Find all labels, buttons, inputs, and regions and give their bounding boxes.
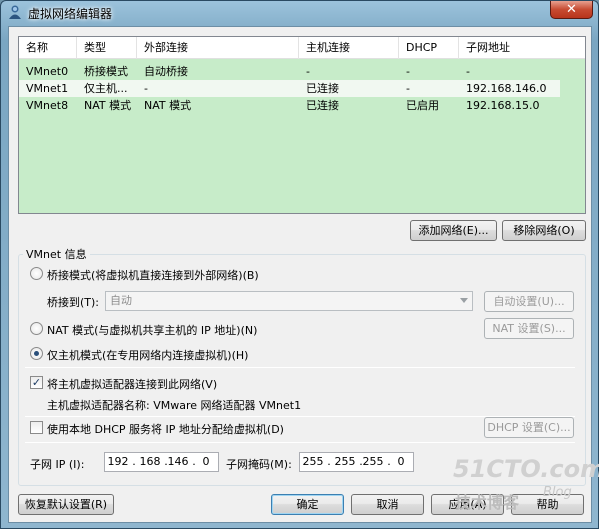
subnet-ip-input[interactable]: 192 . 168 . 146 . 0 — [104, 452, 219, 472]
subnet-mask-input[interactable]: 255 . 255 . 255 . 0 — [299, 452, 414, 472]
row-dhcp: - — [406, 82, 410, 95]
subnet-ip-octet-1: 192 — [107, 455, 129, 468]
restore-defaults-button[interactable]: 恢复默认设置(R) — [18, 494, 114, 515]
bridged-mode-radio[interactable] — [30, 267, 43, 280]
connect-adapter-label[interactable]: 将主机虚拟适配器连接到此网络(V) — [47, 376, 217, 392]
column-header-type[interactable]: 类型 — [77, 37, 137, 59]
row-dhcp: - — [406, 65, 410, 78]
subnet-mask-octet-1: 255 — [302, 455, 324, 468]
dialog-client-area: 名称 类型 外部连接 主机连接 DHCP 子网地址 VMnet0 桥接模式 自动… — [8, 26, 592, 523]
adapter-name-label: 主机虚拟适配器名称: VMware 网络适配器 VMnet1 — [47, 399, 302, 412]
add-network-button[interactable]: 添加网络(E)... — [410, 220, 497, 241]
row-type: NAT 模式 — [84, 99, 132, 112]
column-header-name[interactable]: 名称 — [19, 37, 77, 59]
subnet-mask-octet-4: 0 — [397, 455, 405, 468]
window-title: 虚拟网络编辑器 — [28, 7, 113, 21]
row-external: NAT 模式 — [144, 99, 192, 112]
help-button[interactable]: 帮助 — [511, 494, 584, 515]
subnet-mask-octet-2: 255 — [334, 455, 356, 468]
title-bar[interactable]: 虚拟网络编辑器 ✕ — [1, 1, 598, 25]
connect-adapter-checkbox[interactable]: ✓ — [30, 376, 43, 389]
row-external: - — [144, 82, 148, 95]
nat-mode-radio[interactable] — [30, 322, 43, 335]
row-external: 自动桥接 — [144, 65, 188, 78]
subnet-ip-octet-4: 0 — [202, 455, 210, 468]
chevron-down-icon — [460, 298, 468, 303]
subnet-mask-label: 子网掩码(M): — [226, 458, 292, 471]
row-host: - — [306, 65, 310, 78]
row-subnet: 192.168.15.0 — [466, 99, 540, 112]
separator — [25, 367, 575, 368]
row-host: 已连接 — [306, 82, 339, 95]
row-name: VMnet0 — [26, 65, 69, 78]
vmware-app-icon — [9, 5, 21, 19]
row-type: 仅主机... — [84, 82, 128, 95]
row-dhcp: 已启用 — [406, 99, 439, 112]
network-list[interactable]: 名称 类型 外部连接 主机连接 DHCP 子网地址 VMnet0 桥接模式 自动… — [18, 36, 586, 214]
table-row-vmnet0[interactable]: VMnet0 桥接模式 自动桥接 - - - — [19, 63, 585, 80]
row-name: VMnet8 — [26, 99, 69, 112]
column-header-dhcp[interactable]: DHCP — [399, 37, 459, 59]
table-row-vmnet1[interactable]: VMnet1 仅主机... - 已连接 - 192.168.146.0 — [19, 80, 560, 97]
row-host: 已连接 — [306, 99, 339, 112]
separator — [25, 442, 575, 443]
row-subnet: - — [466, 65, 470, 78]
row-subnet: 192.168.146.0 — [466, 82, 547, 95]
column-header-host[interactable]: 主机连接 — [299, 37, 399, 59]
ok-button[interactable]: 确定 — [271, 494, 344, 515]
nat-settings-button[interactable]: NAT 设置(S)... — [484, 318, 574, 339]
row-type: 桥接模式 — [84, 65, 128, 78]
bridge-to-select[interactable]: 自动 — [105, 291, 473, 311]
use-dhcp-checkbox[interactable] — [30, 421, 43, 434]
row-name: VMnet1 — [26, 82, 69, 95]
subnet-ip-label: 子网 IP (I): — [30, 458, 85, 471]
auto-settings-button[interactable]: 自动设置(U)... — [484, 291, 574, 312]
close-button[interactable]: ✕ — [550, 1, 593, 19]
dialog-window: 虚拟网络编辑器 ✕ 名称 类型 外部连接 主机连接 DHCP 子网地址 VMne… — [0, 0, 599, 529]
apply-button[interactable]: 应用(A) — [431, 494, 504, 515]
remove-network-button[interactable]: 移除网络(O) — [502, 220, 586, 241]
bridge-to-value: 自动 — [110, 294, 132, 307]
column-header-subnet[interactable]: 子网地址 — [459, 37, 585, 59]
subnet-ip-octet-3: 146 — [167, 455, 189, 468]
network-list-header: 名称 类型 外部连接 主机连接 DHCP 子网地址 — [19, 37, 585, 59]
subnet-ip-octet-2: 168 — [139, 455, 161, 468]
bridge-to-label: 桥接到(T): — [47, 296, 100, 309]
column-header-external[interactable]: 外部连接 — [137, 37, 299, 59]
use-dhcp-label[interactable]: 使用本地 DHCP 服务将 IP 地址分配给虚拟机(D) — [47, 421, 284, 437]
table-row-vmnet8[interactable]: VMnet8 NAT 模式 NAT 模式 已连接 已启用 192.168.15.… — [19, 97, 585, 114]
hostonly-mode-radio[interactable] — [30, 347, 43, 360]
vmnet-info-legend: VMnet 信息 — [23, 246, 90, 262]
bridged-mode-label[interactable]: 桥接模式(将虚拟机直接连接到外部网络)(B) — [47, 267, 259, 283]
nat-mode-label[interactable]: NAT 模式(与虚拟机共享主机的 IP 地址)(N) — [47, 322, 257, 338]
cancel-button[interactable]: 取消 — [351, 494, 424, 515]
hostonly-mode-label[interactable]: 仅主机模式(在专用网络内连接虚拟机)(H) — [47, 347, 248, 363]
subnet-mask-octet-3: 255 — [362, 455, 384, 468]
dhcp-settings-button[interactable]: DHCP 设置(C)... — [484, 417, 574, 438]
